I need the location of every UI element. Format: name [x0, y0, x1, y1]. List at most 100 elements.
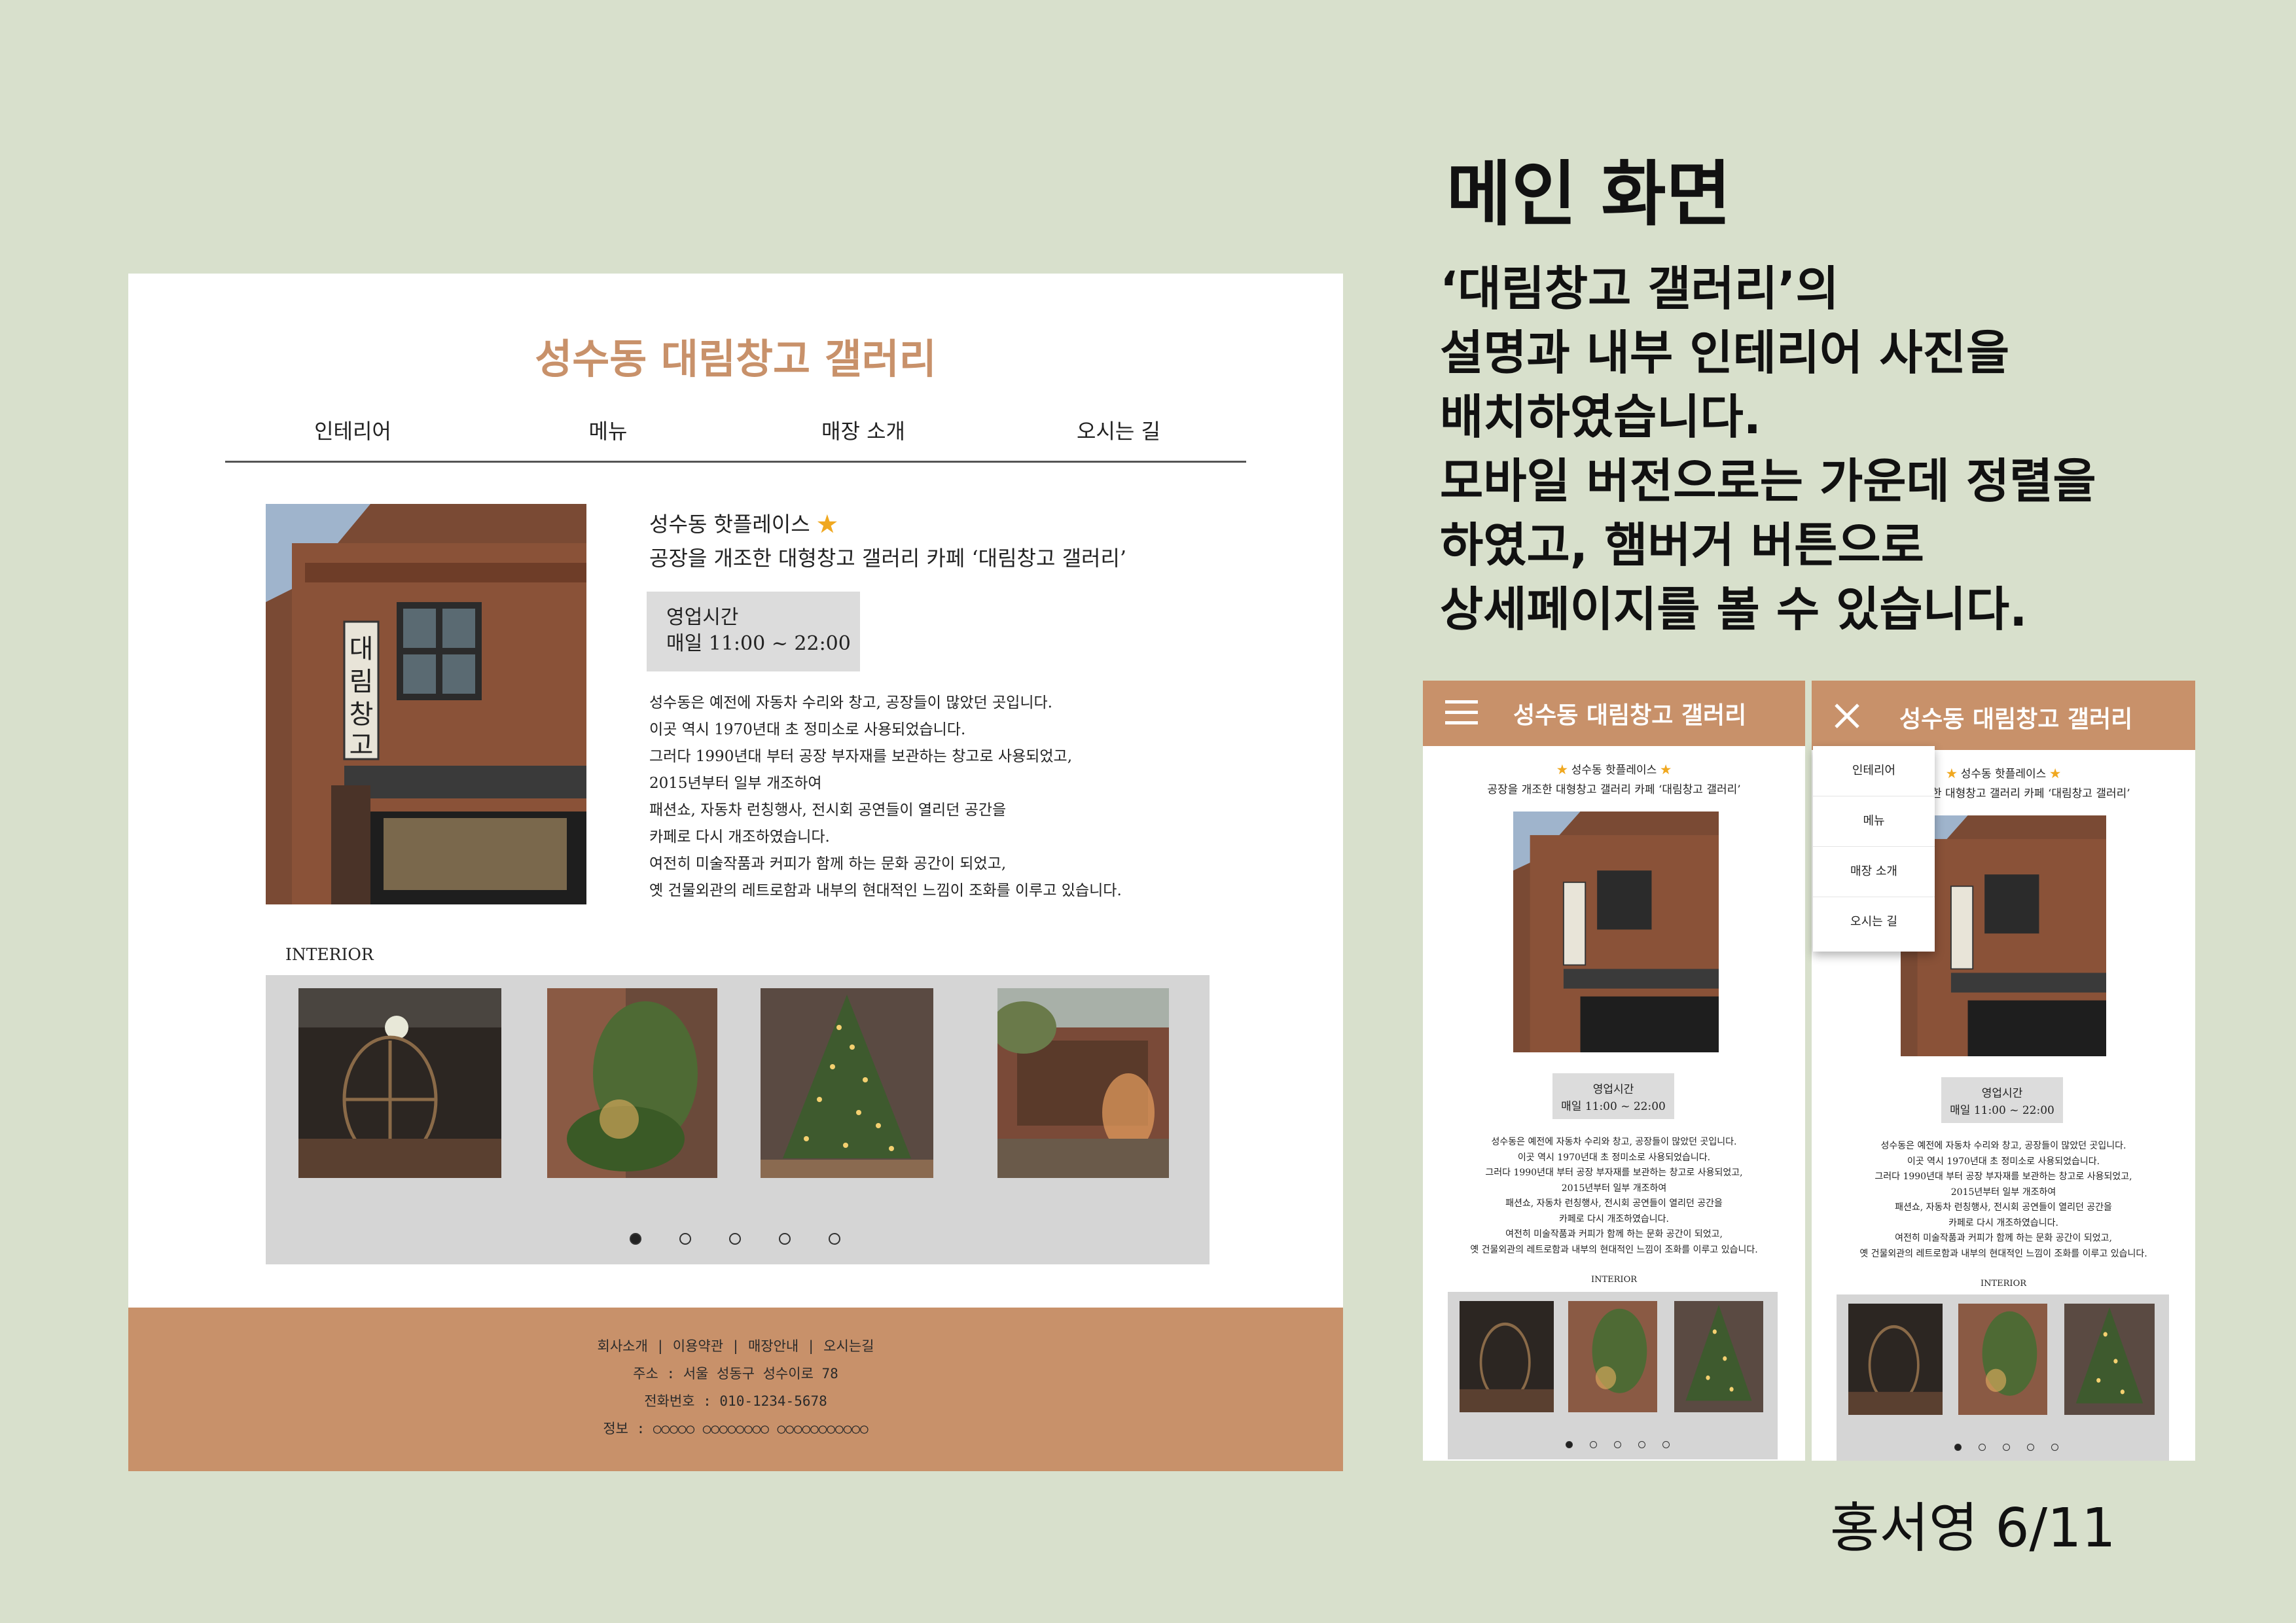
carousel-dot[interactable]: [829, 1233, 840, 1245]
description-line: 여전히 미술작품과 커피가 함께 하는 문화 공간이 되었고,: [1895, 1233, 2112, 1243]
interior-photo[interactable]: [997, 988, 1169, 1178]
description-line: 이곳 역시 1970년대 초 정미소로 사용되었습니다.: [649, 721, 966, 738]
description-line: 옛 건물외관의 레트로함과 내부의 현대적인 느낌이 조화를 이루고 있습니다.: [1470, 1244, 1758, 1255]
menu-item-interior[interactable]: 인테리어: [1813, 746, 1935, 796]
subtitle-text: 성수동 핫플레이스: [1571, 764, 1657, 777]
mobile-interior-label: INTERIOR: [1980, 1279, 2027, 1289]
description-line: 상세페이지를 볼 수 있습니다.: [1440, 582, 2028, 637]
description-line: 2015년부터 일부 개조하여: [1561, 1183, 1667, 1194]
section-description: ‘대림창고 갤러리’의 설명과 내부 인테리어 사진을 배치하였습니다. 모바일…: [1440, 257, 2096, 641]
mobile-interior-carousel: [1448, 1292, 1778, 1459]
star-icon: ★: [2049, 768, 2061, 781]
carousel-dot[interactable]: [679, 1233, 691, 1245]
interior-photo[interactable]: [298, 988, 501, 1178]
mobile-site-title[interactable]: 성수동 대림창고 갤러리: [1513, 696, 1746, 730]
interior-photo[interactable]: [547, 988, 717, 1178]
description-line: 패션쇼, 자동차 런칭행사, 전시회 공연들이 열리던 공간을: [649, 802, 1007, 819]
carousel-dot[interactable]: [1638, 1441, 1645, 1448]
mobile-site-title[interactable]: 성수동 대림창고 갤러리: [1899, 700, 2132, 734]
hours-label: 영업시간: [1592, 1083, 1634, 1096]
carousel-dots: [630, 1233, 840, 1245]
interior-photo[interactable]: [1848, 1304, 1943, 1415]
description-line: 옛 건물외관의 레트로함과 내부의 현대적인 느낌이 조화를 이루고 있습니다.: [649, 882, 1122, 899]
mobile-header: 성수동 대림창고 갤러리: [1812, 681, 2195, 750]
description-line: 성수동은 예전에 자동차 수리와 창고, 공장들이 많았던 곳입니다.: [1491, 1137, 1737, 1147]
nav-item-menu[interactable]: 메뉴: [480, 415, 736, 461]
mobile-subtitle: ★ 성수동 핫플레이스 ★: [1423, 760, 1805, 777]
carousel-dot-active[interactable]: [1954, 1444, 1962, 1451]
svg-text:대: 대: [350, 634, 374, 664]
description-line: 이곳 역시 1970년대 초 정미소로 사용되었습니다.: [1907, 1156, 2100, 1167]
interior-photo[interactable]: [1958, 1304, 2047, 1415]
hours-value: 매일 11:00 ~ 22:00: [1950, 1104, 2054, 1117]
carousel-dot[interactable]: [729, 1233, 741, 1245]
carousel-dot-active[interactable]: [1566, 1441, 1573, 1448]
hours-box: 영업시간 매일 11:00 ~ 22:00: [647, 592, 860, 671]
interior-photo[interactable]: [1674, 1301, 1763, 1412]
mobile-description: 성수동은 예전에 자동차 수리와 창고, 공장들이 많았던 곳입니다. 이곳 역…: [1812, 1139, 2195, 1262]
description-text: 성수동은 예전에 자동차 수리와 창고, 공장들이 많았던 곳입니다. 이곳 역…: [649, 690, 1122, 904]
author-credit: 홍서영 6/11: [1830, 1497, 2116, 1560]
mobile-dropdown-menu: 인테리어 메뉴 매장 소개 오시는 길: [1813, 746, 1935, 952]
subtitle-text: 성수동 핫플레이스: [649, 512, 810, 537]
carousel-dot-active[interactable]: [630, 1233, 641, 1245]
footer-address: 주소 : 서울 성동구 성수이로 78: [633, 1366, 838, 1382]
carousel-dot[interactable]: [1614, 1441, 1621, 1448]
carousel-dot[interactable]: [1590, 1441, 1597, 1448]
description-line: 패션쇼, 자동차 런칭행사, 전시회 공연들이 열리던 공간을: [1505, 1198, 1723, 1209]
carousel-dot[interactable]: [1662, 1441, 1670, 1448]
carousel-dot[interactable]: [2003, 1444, 2010, 1451]
interior-photo[interactable]: [1460, 1301, 1554, 1412]
footer-phone: 전화번호 : 010-1234-5678: [644, 1393, 827, 1409]
nav-item-store-intro[interactable]: 매장 소개: [736, 415, 991, 461]
interior-label: INTERIOR: [285, 945, 374, 964]
subtitle-text: 성수동 핫플레이스: [1960, 768, 2047, 781]
carousel-dot[interactable]: [1979, 1444, 1986, 1451]
interior-carousel: [266, 975, 1210, 1264]
site-title[interactable]: 성수동 대림창고 갤러리: [128, 326, 1343, 385]
mobile-interior-carousel: [1837, 1294, 2169, 1461]
description-line: 여전히 미술작품과 커피가 함께 하는 문화 공간이 되었고,: [1505, 1229, 1723, 1240]
description-line: 카페로 다시 개조하였습니다.: [1948, 1217, 2058, 1228]
description-line: 그러다 1990년대 부터 공장 부자재를 보관하는 창고로 사용되었고,: [1485, 1168, 1743, 1178]
svg-text:고: 고: [350, 730, 374, 760]
menu-item-menu[interactable]: 메뉴: [1813, 796, 1935, 847]
interior-photo[interactable]: [1568, 1301, 1657, 1412]
footer-links[interactable]: 회사소개 | 이용약관 | 매장안내 | 오시는길: [128, 1332, 1343, 1360]
description-line: 2015년부터 일부 개조하여: [649, 775, 822, 792]
carousel-dot[interactable]: [779, 1233, 791, 1245]
description-line: 하였고, 햄버거 버튼으로: [1440, 518, 1924, 573]
mobile-hours-box: 영업시간 매일 11:00 ~ 22:00: [1552, 1073, 1674, 1119]
close-icon[interactable]: [1834, 703, 1860, 729]
star-icon: ★: [816, 512, 838, 537]
nav-item-directions[interactable]: 오시는 길: [991, 415, 1246, 461]
hours-label: 영업시간: [1981, 1087, 2023, 1100]
description-line: 카페로 다시 개조하였습니다.: [649, 829, 830, 846]
nav-item-interior[interactable]: 인테리어: [225, 415, 480, 461]
menu-item-store-intro[interactable]: 매장 소개: [1813, 847, 1935, 897]
mobile-interior-label: INTERIOR: [1590, 1275, 1638, 1285]
menu-item-directions[interactable]: 오시는 길: [1813, 897, 1935, 947]
svg-text:림: 림: [350, 667, 374, 697]
description-line: 모바일 버전으로는 가운데 정렬을: [1440, 454, 2096, 508]
description-line: 카페로 다시 개조하였습니다.: [1559, 1213, 1669, 1224]
description-line: 그러다 1990년대 부터 공장 부자재를 보관하는 창고로 사용되었고,: [1874, 1171, 2132, 1182]
tagline: 공장을 개조한 대형창고 갤러리 카페 ‘대림창고 갤러리’: [649, 546, 1127, 571]
mobile-mockup-default: 성수동 대림창고 갤러리 ★ 성수동 핫플레이스 ★ 공장을 개조한 대형창고 …: [1423, 681, 1805, 1461]
main-nav: 인테리어 메뉴 매장 소개 오시는 길: [225, 415, 1246, 463]
carousel-dots: [1954, 1444, 2058, 1451]
star-icon: ★: [1660, 764, 1672, 777]
description-line: 패션쇼, 자동차 런칭행사, 전시회 공연들이 열리던 공간을: [1895, 1202, 2112, 1213]
interior-photo[interactable]: [2064, 1304, 2155, 1415]
description-line: ‘대림창고 갤러리’의: [1440, 261, 1839, 316]
mobile-description: 성수동은 예전에 자동차 수리와 창고, 공장들이 많았던 곳입니다. 이곳 역…: [1423, 1135, 1805, 1258]
carousel-dot[interactable]: [2051, 1444, 2058, 1451]
site-footer: 회사소개 | 이용약관 | 매장안내 | 오시는길 주소 : 서울 성동구 성수…: [128, 1308, 1343, 1471]
interior-photo[interactable]: [761, 988, 933, 1178]
svg-text:창: 창: [350, 700, 374, 730]
description-line: 여전히 미술작품과 커피가 함께 하는 문화 공간이 되었고,: [649, 855, 1007, 872]
hamburger-icon[interactable]: [1445, 700, 1478, 725]
carousel-dot[interactable]: [2027, 1444, 2034, 1451]
hours-label: 영업시간: [666, 606, 739, 629]
description-line: 성수동은 예전에 자동차 수리와 창고, 공장들이 많았던 곳입니다.: [649, 694, 1052, 711]
